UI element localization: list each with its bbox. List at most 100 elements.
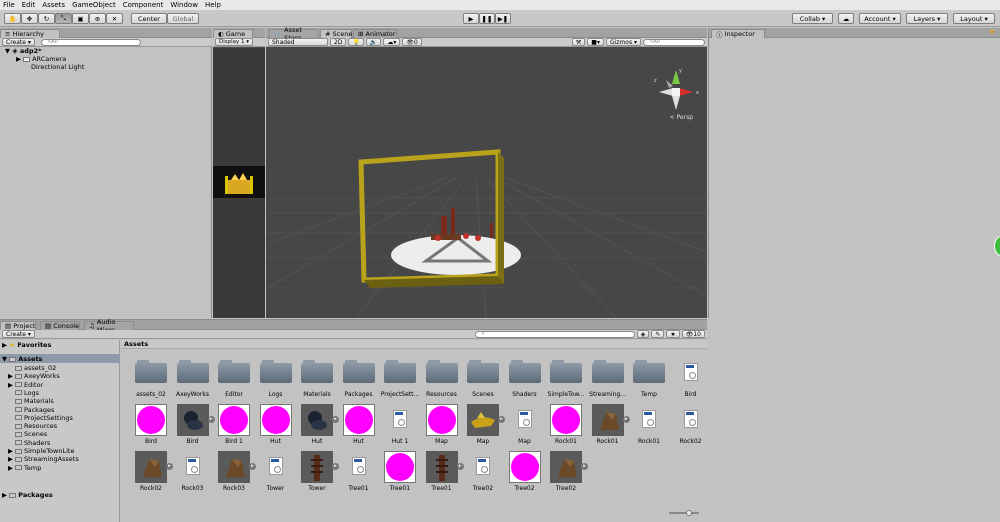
asset-item[interactable]: Tree02	[506, 451, 544, 498]
hierarchy-item-light[interactable]: Directional Light	[31, 63, 84, 71]
scale-tool-icon[interactable]: ⤡	[55, 13, 72, 24]
layout-dropdown[interactable]: Layout ▾	[953, 13, 995, 24]
asset-item[interactable]: Tree02	[464, 451, 502, 498]
menu-help[interactable]: Help	[205, 1, 221, 9]
asset-item[interactable]: Bird 1	[215, 404, 253, 451]
expand-prefab-icon[interactable]: ▸	[581, 463, 588, 470]
asset-item[interactable]: Resources	[423, 357, 461, 404]
filter-label-icon[interactable]: ✎	[651, 330, 665, 338]
hand-tool-icon[interactable]: ✋	[4, 13, 21, 24]
pivot-center-button[interactable]: Center	[131, 13, 167, 24]
breadcrumb[interactable]: Assets	[121, 340, 707, 349]
tab-game[interactable]: ◐ Game	[213, 29, 253, 38]
expand-arrow-icon[interactable]	[8, 439, 15, 447]
expand-arrow-icon[interactable]	[8, 406, 15, 414]
tree-item-shaders[interactable]: Shaders	[8, 439, 50, 447]
scene-search-input[interactable]: ⌕ All	[643, 38, 705, 46]
menu-file[interactable]: File	[3, 1, 15, 9]
account-dropdown[interactable]: Account ▾	[859, 13, 901, 24]
expand-prefab-icon[interactable]: ▸	[332, 416, 339, 423]
menu-window[interactable]: Window	[170, 1, 198, 9]
asset-item[interactable]: ▸ Hut	[298, 404, 339, 451]
assets-root-item[interactable]: ▼ Assets	[2, 355, 42, 363]
collab-dropdown[interactable]: Collab ▾	[792, 13, 833, 24]
asset-item[interactable]: ProjectSett...	[381, 357, 419, 404]
asset-item[interactable]: ▸ Tower	[298, 451, 339, 498]
rect-tool-icon[interactable]: ▣	[72, 13, 89, 24]
asset-item[interactable]: Streaming...	[589, 357, 627, 404]
tree-item-temp[interactable]: ▶ Temp	[8, 464, 41, 472]
expand-prefab-icon[interactable]: ▸	[498, 416, 505, 423]
floating-badge-icon[interactable]	[994, 236, 1000, 256]
favorites-item[interactable]: ▶ ★ Favorites	[2, 341, 51, 349]
expand-arrow-icon[interactable]: ▶	[8, 381, 15, 389]
expand-arrow-icon[interactable]: ▶	[8, 447, 15, 455]
asset-item[interactable]: Hut	[257, 404, 295, 451]
tree-item-materials[interactable]: Materials	[8, 397, 54, 405]
asset-item[interactable]: Tree01	[340, 451, 378, 498]
tab-animator[interactable]: ⊞ Animator	[353, 29, 397, 38]
shading-dropdown[interactable]: Shaded	[268, 38, 328, 46]
expand-prefab-icon[interactable]: ▸	[207, 416, 215, 423]
expand-arrow-icon[interactable]: ▶	[8, 464, 15, 472]
asset-item[interactable]: Bird	[672, 357, 710, 404]
expand-arrow-icon[interactable]	[8, 422, 15, 430]
menu-assets[interactable]: Assets	[42, 1, 65, 9]
asset-item[interactable]: Hut 1	[381, 404, 419, 451]
project-search-input[interactable]: ⌕	[474, 330, 635, 338]
tab-hierarchy[interactable]: ≡ Hierarchy	[0, 29, 60, 38]
display-dropdown[interactable]: Display 1 ▾	[215, 38, 254, 46]
hierarchy-search-input[interactable]: ⌕ All	[40, 38, 141, 46]
expand-prefab-icon[interactable]: ▸	[332, 463, 339, 470]
tools-icon[interactable]: ⚒	[571, 38, 586, 46]
effects-icon[interactable]: ☁▾	[383, 38, 401, 46]
menu-component[interactable]: Component	[123, 1, 164, 9]
asset-item[interactable]: ▸ Map	[464, 404, 505, 451]
asset-item[interactable]: ▸ Tree02	[547, 451, 588, 498]
hidden-count-icon[interactable]: 👁 0	[402, 38, 422, 46]
asset-item[interactable]: Rock01	[630, 404, 668, 451]
pause-button[interactable]: ❚❚	[479, 13, 495, 24]
asset-item[interactable]: Rock02	[672, 404, 710, 451]
asset-item[interactable]: Map	[506, 404, 544, 451]
expand-prefab-icon[interactable]: ▸	[249, 463, 256, 470]
tree-item-editor[interactable]: ▶ Editor	[8, 381, 43, 389]
asset-item[interactable]: Bird	[132, 404, 170, 451]
asset-item[interactable]: Rock03	[174, 451, 212, 498]
asset-item[interactable]: Packages	[340, 357, 378, 404]
asset-item[interactable]: Map	[423, 404, 461, 451]
transform-tool-icon[interactable]: ⊕	[89, 13, 106, 24]
scene-viewport[interactable]: y x z < Persp	[266, 48, 707, 318]
hidden-packages-icon[interactable]: 👁 10	[681, 330, 705, 338]
step-button[interactable]: ▶❚	[495, 13, 511, 24]
tree-item-packages[interactable]: Packages	[8, 406, 54, 414]
expand-arrow-icon[interactable]	[8, 389, 15, 397]
tree-item-scenes[interactable]: Scenes	[8, 430, 47, 438]
expand-arrow-icon[interactable]	[8, 414, 15, 422]
tab-project[interactable]: ▤ Project	[0, 321, 36, 330]
asset-item[interactable]: Logs	[257, 357, 295, 404]
asset-item[interactable]: SimpleTow...	[547, 357, 585, 404]
play-button[interactable]: ▶	[463, 13, 479, 24]
scene-root[interactable]: ▼ ◈ adp2*	[5, 47, 42, 55]
asset-item[interactable]: ▸ Rock02	[132, 451, 173, 498]
asset-item[interactable]: AxeyWorks	[174, 357, 212, 404]
tab-audio-mixer[interactable]: ♫ Audio Mixer	[84, 318, 134, 334]
asset-item[interactable]: Tower	[257, 451, 295, 498]
tree-item-logs[interactable]: Logs	[8, 389, 39, 397]
asset-item[interactable]: assets_02	[132, 357, 170, 404]
tab-inspector[interactable]: ⓘ Inspector	[711, 29, 765, 39]
tab-console[interactable]: ▤ Console	[40, 321, 80, 330]
slider-handle[interactable]	[686, 510, 692, 516]
asset-item[interactable]: Tree01	[381, 451, 419, 498]
tree-item-resources[interactable]: Resources	[8, 422, 57, 430]
tree-item-streamingassets[interactable]: ▶ StreamingAssets	[8, 455, 79, 463]
expand-arrow-icon[interactable]	[8, 430, 15, 438]
lighting-icon[interactable]: 💡	[348, 38, 364, 46]
hierarchy-create-button[interactable]: Create ▾	[2, 38, 35, 46]
rotate-tool-icon[interactable]: ↻	[38, 13, 55, 24]
asset-item[interactable]: Temp	[630, 357, 668, 404]
tree-item-simpletownlite[interactable]: ▶ SimpleTownLite	[8, 447, 74, 455]
camera-icon[interactable]: ■▾	[587, 38, 604, 46]
asset-item[interactable]: Editor	[215, 357, 253, 404]
